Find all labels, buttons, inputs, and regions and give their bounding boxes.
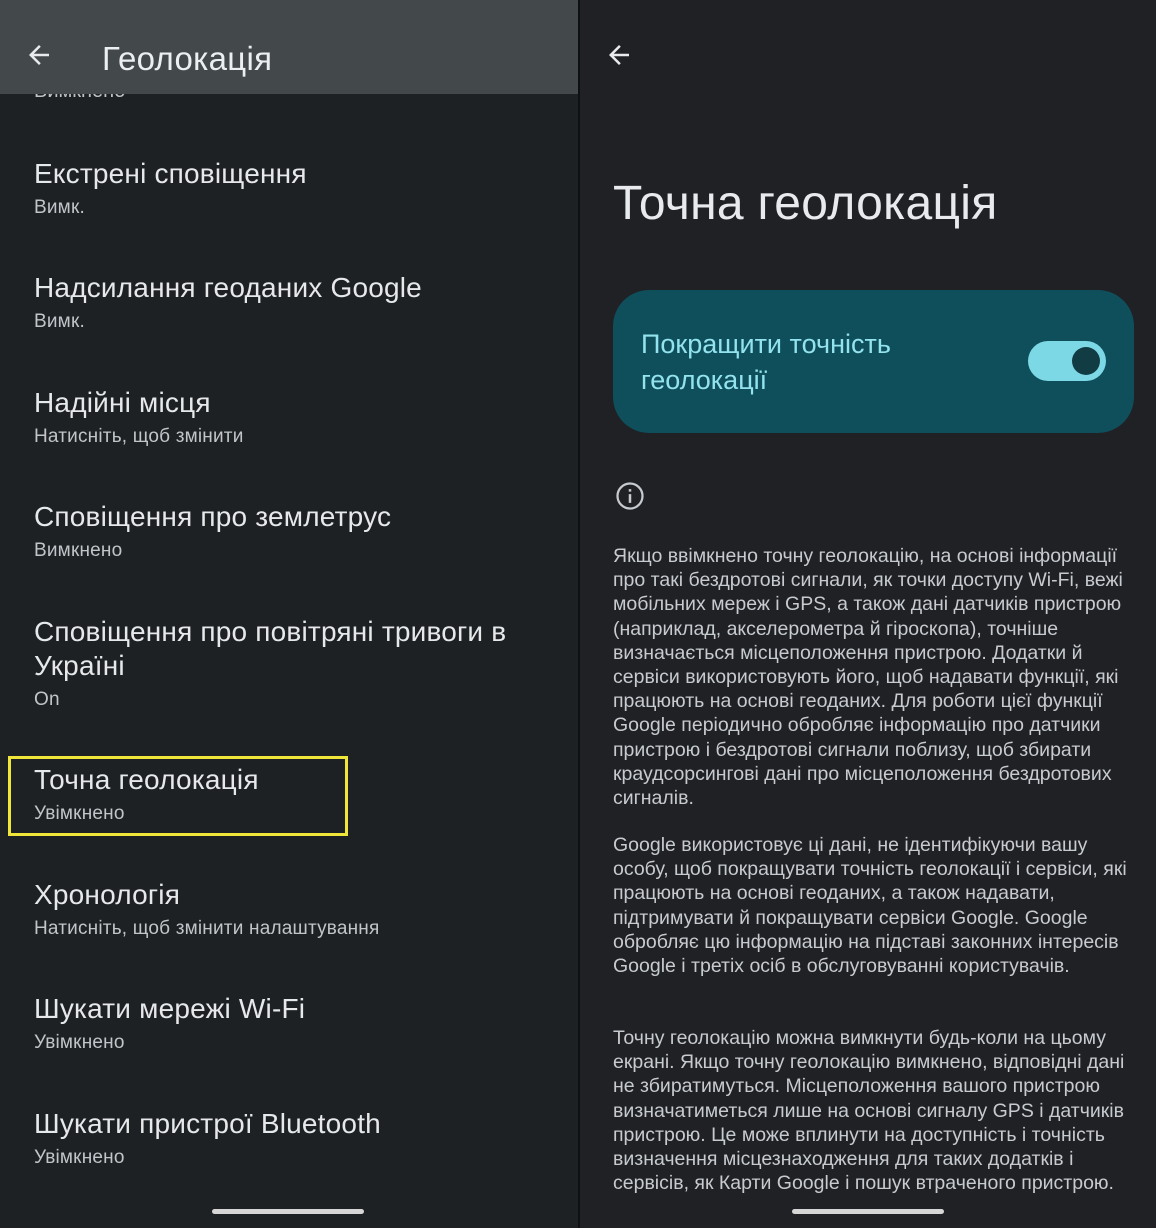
back-arrow-icon[interactable]	[604, 40, 634, 70]
settings-item-bluetooth-scanning[interactable]: Шукати пристрої Bluetooth Увімкнено	[34, 1107, 554, 1169]
settings-item-earthquake-alerts[interactable]: Сповіщення про землетрус Вимкнено	[34, 500, 554, 562]
settings-item-wifi-scanning[interactable]: Шукати мережі Wi-Fi Увімкнено	[34, 992, 554, 1054]
item-title: Сповіщення про повітряні тривоги в Украї…	[34, 616, 507, 681]
gesture-nav-handle[interactable]	[212, 1209, 364, 1214]
item-subtitle: Вимкнено	[34, 540, 123, 561]
switch-knob	[1072, 347, 1100, 375]
settings-item-timeline[interactable]: Хронологія Натисніть, щоб змінити налашт…	[34, 878, 554, 940]
info-icon	[615, 481, 645, 511]
gesture-nav-handle[interactable]	[792, 1209, 944, 1214]
item-title: Шукати пристрої Bluetooth	[34, 1108, 381, 1139]
item-title: Надсилання геоданих Google	[34, 272, 422, 303]
item-title: Шукати мережі Wi-Fi	[34, 993, 306, 1024]
page-title: Точна геолокація	[613, 177, 998, 230]
description-paragraph: Точну геолокацію можна вимкнути будь-кол…	[613, 1027, 1125, 1195]
precise-location-screen: Точна геолокація Покращити точність геол…	[580, 0, 1156, 1228]
description-paragraph: Google використовує ці дані, не ідентифі…	[613, 834, 1127, 978]
settings-item-trusted-places[interactable]: Надійні місця Натисніть, щоб змінити	[34, 386, 554, 448]
settings-item-emergency-alerts[interactable]: Екстрені сповіщення Вимк.	[34, 157, 554, 219]
description-paragraph: Якщо ввімкнено точну геолокацію, на осно…	[613, 545, 1123, 810]
item-subtitle: Увімкнено	[34, 1147, 125, 1168]
item-subtitle: Увімкнено	[34, 1032, 125, 1053]
item-subtitle: Натисніть, щоб змінити	[34, 426, 244, 447]
toggle-label: Покращити точність геолокації	[641, 329, 891, 395]
highlight-box	[8, 756, 348, 836]
improve-accuracy-toggle-card[interactable]: Покращити точність геолокації	[613, 290, 1134, 433]
improve-accuracy-switch[interactable]	[1028, 341, 1106, 381]
settings-item-air-raid-alerts[interactable]: Сповіщення про повітряні тривоги в Украї…	[34, 615, 554, 711]
item-title: Сповіщення про землетрус	[34, 501, 392, 532]
item-subtitle: Вимк.	[34, 311, 85, 332]
app-bar: Геолокація	[0, 0, 578, 94]
item-title: Надійні місця	[34, 387, 211, 418]
item-subtitle: Вимк.	[34, 197, 85, 218]
item-subtitle: On	[34, 689, 60, 710]
item-title: Хронологія	[34, 879, 181, 910]
item-subtitle: Натисніть, щоб змінити налаштування	[34, 918, 380, 939]
page-title: Геолокація	[102, 40, 273, 77]
item-title: Екстрені сповіщення	[34, 158, 307, 189]
settings-item-google-location-sharing[interactable]: Надсилання геоданих Google Вимк.	[34, 271, 554, 333]
location-settings-screen: Вимкнено Геолокація Екстрені сповіщення …	[0, 0, 578, 1228]
back-arrow-icon[interactable]	[24, 40, 54, 70]
